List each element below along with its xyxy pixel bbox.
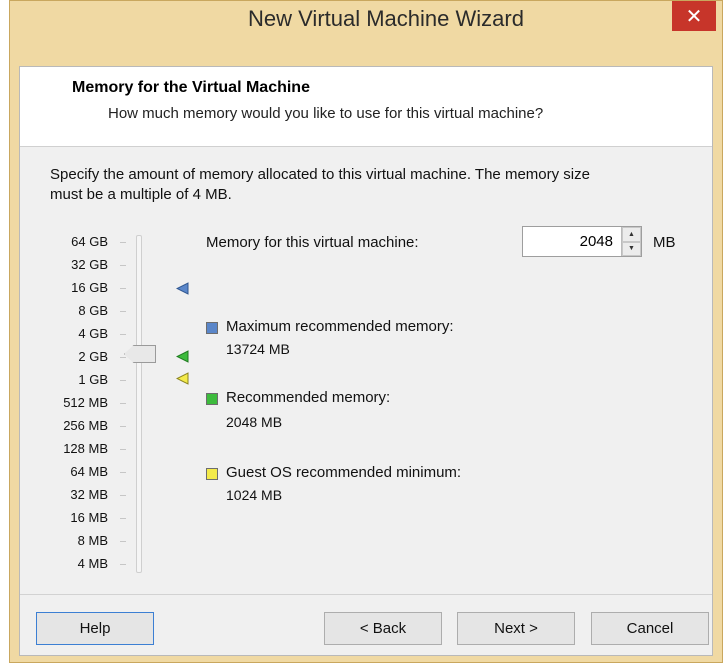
scale-tick: [120, 265, 126, 266]
memory-input[interactable]: 2048 ▲ ▼: [522, 226, 642, 257]
memory-spinner: ▲ ▼: [621, 227, 641, 256]
scale-label-8gb: 8 GB: [78, 303, 108, 318]
scale-tick: [120, 357, 126, 358]
memory-slider-track[interactable]: [136, 235, 142, 573]
arrow-down-icon: ▼: [628, 245, 635, 253]
close-button[interactable]: ✕: [672, 1, 716, 31]
page-title: Memory for the Virtual Machine: [72, 79, 310, 96]
scale-tick: [120, 472, 126, 473]
memory-label: Memory for this virtual machine:: [206, 234, 419, 251]
scale-label-16mb: 16 MB: [70, 510, 108, 525]
scale-tick: [120, 288, 126, 289]
scale-label-2gb: 2 GB: [78, 349, 108, 364]
title-bar: New Virtual Machine Wizard ✕: [10, 1, 722, 76]
scale-label-16gb: 16 GB: [71, 280, 108, 295]
memory-slider-thumb[interactable]: [124, 345, 156, 363]
scale-label-1gb: 1 GB: [78, 372, 108, 387]
max-recommended-swatch: [206, 322, 218, 334]
scale-tick: [120, 495, 126, 496]
description-line-2: must be a multiple of 4 MB.: [50, 186, 232, 203]
recommended-swatch: [206, 393, 218, 405]
memory-value[interactable]: 2048: [523, 233, 621, 250]
wizard-window: New Virtual Machine Wizard ✕ Memory for …: [9, 0, 723, 663]
scale-label-64mb: 64 MB: [70, 464, 108, 479]
spin-up-button[interactable]: ▲: [622, 227, 641, 242]
scale-label-4gb: 4 GB: [78, 326, 108, 341]
description-line-1: Specify the amount of memory allocated t…: [50, 166, 590, 183]
wizard-body: Memory for the Virtual Machine How much …: [19, 66, 713, 656]
scale-tick: [120, 518, 126, 519]
scale-label-32gb: 32 GB: [71, 257, 108, 272]
help-button[interactable]: Help: [36, 612, 154, 645]
back-button[interactable]: < Back: [324, 612, 442, 645]
scale-tick: [120, 380, 126, 381]
recommended-value: 2048 MB: [226, 414, 283, 430]
scale-label-4mb: 4 MB: [77, 556, 108, 571]
scale-tick: [120, 426, 126, 427]
close-icon: ✕: [685, 5, 703, 28]
scale-tick: [120, 403, 126, 404]
recommended-label: Recommended memory:: [226, 389, 391, 406]
scale-label-256mb: 256 MB: [63, 418, 108, 433]
max-recommended-arrow-icon: [176, 282, 189, 295]
scale-tick: [120, 242, 126, 243]
scale-tick: [120, 449, 126, 450]
window-title: New Virtual Machine Wizard: [248, 5, 524, 31]
scale-label-512mb: 512 MB: [63, 395, 108, 410]
minimum-arrow-icon: [176, 372, 189, 385]
scale-tick: [120, 541, 126, 542]
minimum-value: 1024 MB: [226, 487, 283, 503]
minimum-label: Guest OS recommended minimum:: [226, 464, 462, 481]
recommended-arrow-icon: [176, 350, 189, 363]
scale-label-64gb: 64 GB: [71, 234, 108, 249]
description: Specify the amount of memory allocated t…: [50, 165, 700, 205]
page-subtitle: How much memory would you like to use fo…: [108, 105, 544, 122]
scale-tick: [120, 334, 126, 335]
cancel-button[interactable]: Cancel: [591, 612, 709, 645]
next-button[interactable]: Next >: [457, 612, 575, 645]
scale-tick: [120, 311, 126, 312]
arrow-up-icon: ▲: [628, 230, 635, 238]
minimum-swatch: [206, 468, 218, 480]
scale-tick: [120, 564, 126, 565]
scale-label-8mb: 8 MB: [77, 533, 108, 548]
footer-separator: [20, 594, 712, 595]
memory-unit: MB: [653, 234, 676, 251]
scale-label-32mb: 32 MB: [70, 487, 108, 502]
scale-label-128mb: 128 MB: [63, 441, 108, 456]
max-recommended-value: 13724 MB: [226, 341, 290, 357]
header-pane: Memory for the Virtual Machine How much …: [20, 67, 712, 147]
spin-down-button[interactable]: ▼: [622, 241, 641, 256]
max-recommended-label: Maximum recommended memory:: [226, 318, 454, 335]
